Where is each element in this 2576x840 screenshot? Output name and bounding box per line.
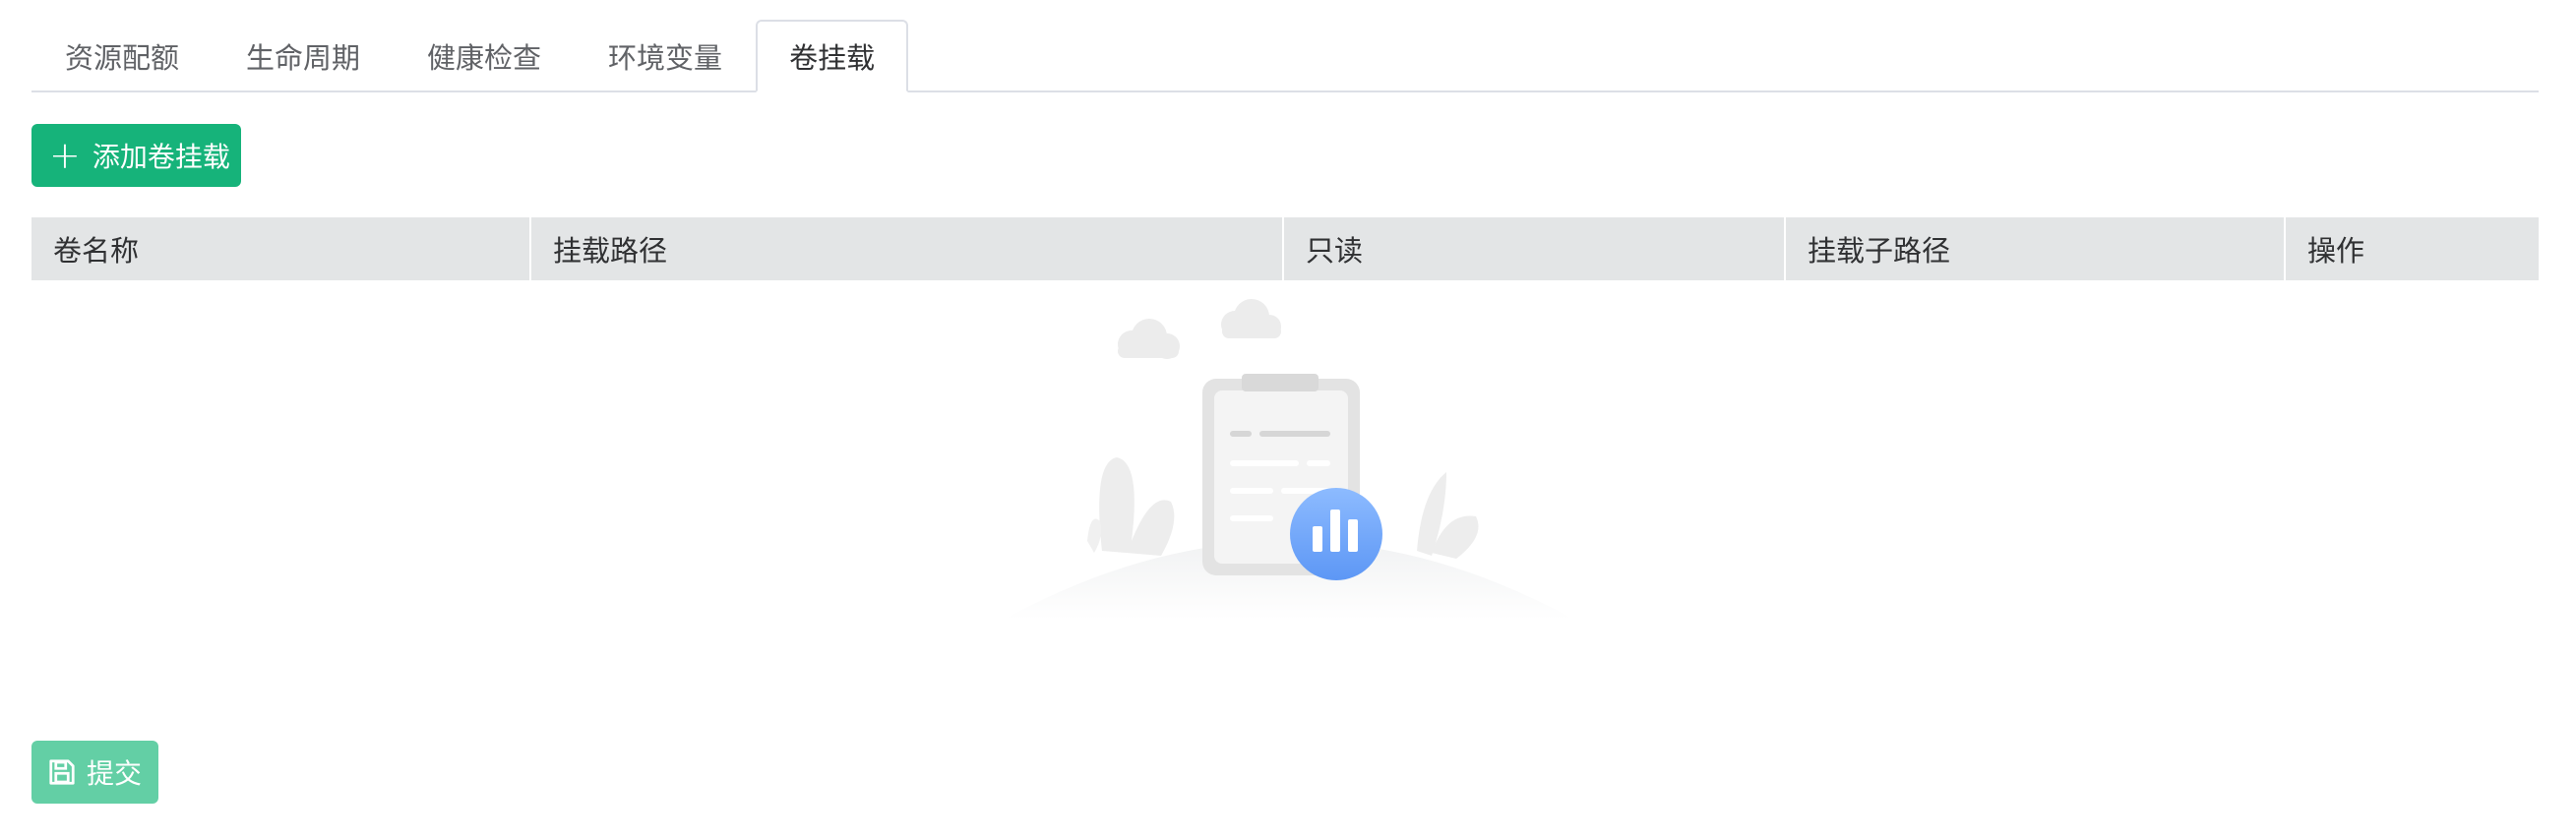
- tab-env-vars[interactable]: 环境变量: [575, 20, 756, 92]
- add-volume-mount-label: 添加卷挂载: [92, 141, 230, 173]
- submit-label: 提交: [87, 757, 143, 790]
- tab-bar: 资源配额 生命周期 健康检查 环境变量 卷挂载: [31, 18, 2539, 92]
- tab-volume-mounts[interactable]: 卷挂载: [756, 20, 909, 92]
- column-header-sub-path: 挂载子路径: [1786, 217, 2286, 280]
- column-header-actions: 操作: [2307, 234, 2365, 268]
- column-header-volume-name: 卷名称: [31, 217, 531, 280]
- tab-resource-quota[interactable]: 资源配额: [31, 20, 213, 92]
- column-header-read-only: 只读: [1284, 217, 1786, 280]
- submit-button[interactable]: 提交: [31, 741, 158, 804]
- page: 资源配额 生命周期 健康检查 环境变量 卷挂载 + 添加卷挂载 卷名称 挂载路径…: [0, 0, 2576, 840]
- empty-state-illustration: [984, 295, 1594, 630]
- tab-health-check[interactable]: 健康检查: [394, 20, 575, 92]
- plus-icon: +: [49, 134, 81, 177]
- volume-mount-table: 卷名称 挂载路径 只读 挂载子路径 操作: [31, 217, 2539, 280]
- add-volume-mount-button[interactable]: + 添加卷挂载: [31, 124, 241, 187]
- table-header: 卷名称 挂载路径 只读 挂载子路径 操作: [31, 217, 2539, 280]
- column-header-mount-path: 挂载路径: [531, 217, 1284, 280]
- empty-clipboard-chart-illustration: [1004, 299, 1574, 620]
- save-icon: [49, 759, 75, 785]
- tab-lifecycle[interactable]: 生命周期: [213, 20, 394, 92]
